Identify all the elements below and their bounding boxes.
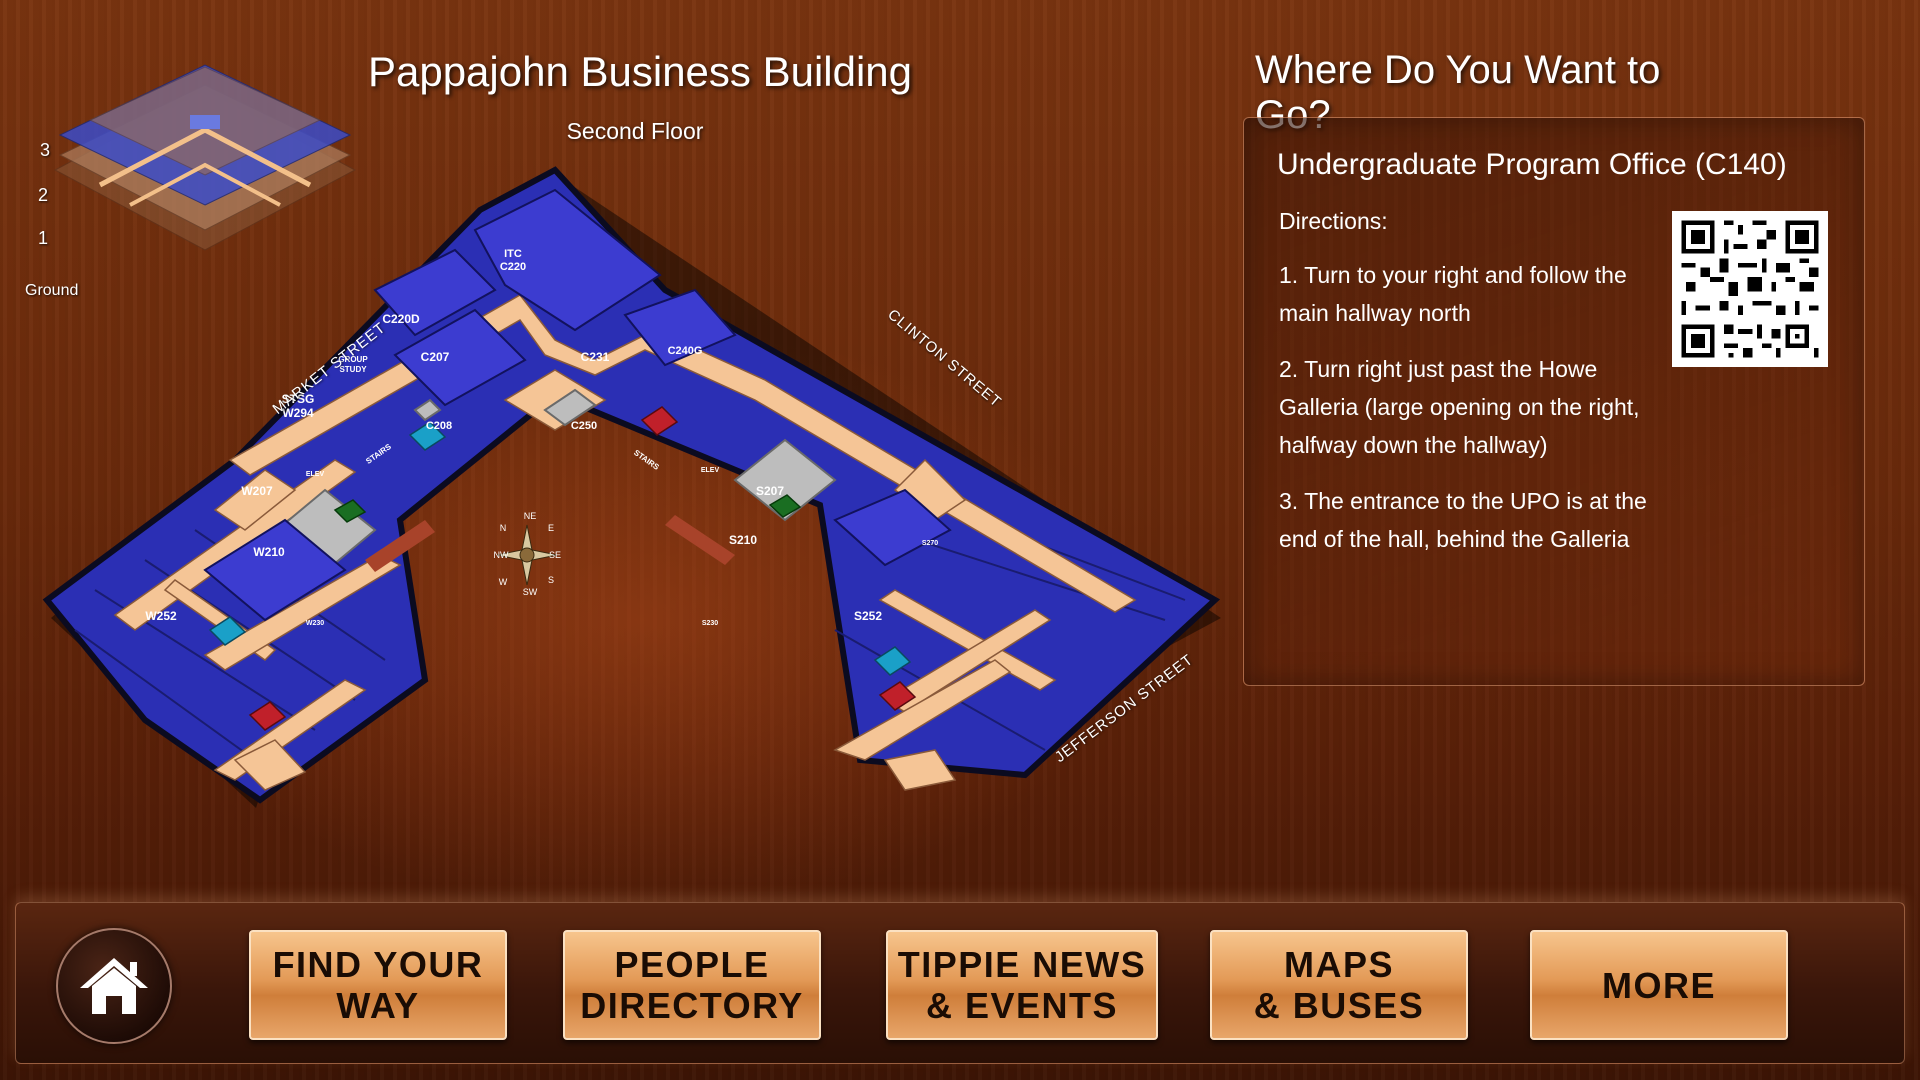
label-c240g: C240G xyxy=(668,345,703,357)
label-w252: W252 xyxy=(145,609,177,623)
tippie-news-events-button[interactable]: TIPPIE NEWS & EVENTS xyxy=(886,930,1158,1040)
directions-steps: 1. Turn to your right and follow the mai… xyxy=(1279,256,1659,576)
label-elev-left: ELEV xyxy=(306,471,325,478)
button-label-line1: FIND YOUR xyxy=(272,944,484,985)
button-label-line2: DIRECTORY xyxy=(580,985,804,1026)
label-c220d: C220D xyxy=(382,312,420,326)
label-s207: S207 xyxy=(756,484,784,498)
compass-rose: NE E SE S SW W NW N xyxy=(494,511,562,597)
svg-text:SW: SW xyxy=(523,587,538,597)
button-label-line1: PEOPLE xyxy=(614,944,770,985)
button-label-line1: MAPS xyxy=(1283,944,1394,985)
label-s270: S270 xyxy=(922,540,938,547)
direction-step: 3. The entrance to the UPO is at the end… xyxy=(1279,488,1647,552)
button-label-line2: & EVENTS xyxy=(925,985,1119,1026)
label-w210: W210 xyxy=(253,545,285,559)
bottom-nav: FIND YOUR WAY PEOPLE DIRECTORY TIPPIE NE… xyxy=(15,902,1905,1064)
floor-plan-svg: ITC C220 C220D C207 GROUP STUDY STSG W29… xyxy=(42,166,1221,808)
house-icon xyxy=(80,958,148,1014)
home-button[interactable] xyxy=(56,928,172,1044)
label-s252: S252 xyxy=(854,609,882,623)
button-label-line2: WAY xyxy=(336,985,420,1026)
label-c231: C231 xyxy=(581,350,610,364)
svg-text:SE: SE xyxy=(549,550,561,560)
floor-label: Second Floor xyxy=(566,118,704,144)
svg-text:N: N xyxy=(500,523,507,533)
office-title: Undergraduate Program Office (C140) xyxy=(1277,148,1787,181)
people-directory-button[interactable]: PEOPLE DIRECTORY xyxy=(563,930,821,1040)
more-button[interactable]: MORE xyxy=(1530,930,1788,1040)
floor-map[interactable]: ITC C220 C220D C207 GROUP STUDY STSG W29… xyxy=(35,160,1235,810)
label-s230: S230 xyxy=(702,620,718,627)
svg-text:W: W xyxy=(499,577,508,587)
maps-buses-button[interactable]: MAPS & BUSES xyxy=(1210,930,1468,1040)
button-label-line2: & BUSES xyxy=(1253,985,1425,1026)
button-label-line1: TIPPIE NEWS xyxy=(897,944,1147,985)
svg-text:NW: NW xyxy=(494,550,509,560)
stairs-right xyxy=(665,515,735,565)
label-w207: W207 xyxy=(241,484,273,498)
mini-floor-3[interactable]: 3 xyxy=(40,140,50,161)
label-s210: S210 xyxy=(729,533,757,547)
label-w230: W230 xyxy=(306,620,324,627)
svg-text:NE: NE xyxy=(524,511,537,521)
label-c250: C250 xyxy=(571,420,597,432)
directions-label: Directions: xyxy=(1279,208,1388,234)
qr-code xyxy=(1672,211,1828,367)
direction-step: 1. Turn to your right and follow the mai… xyxy=(1279,262,1627,326)
label-itc: ITC xyxy=(504,248,522,260)
label-stairs-right: STAIRS xyxy=(632,448,661,472)
label-c208: C208 xyxy=(426,420,452,432)
label-c220: C220 xyxy=(500,261,526,273)
direction-step: 2. Turn right just past the Howe Galleri… xyxy=(1279,356,1640,458)
find-your-way-button[interactable]: FIND YOUR WAY xyxy=(249,930,507,1040)
label-elev-right: ELEV xyxy=(701,467,720,474)
svg-text:S: S xyxy=(548,575,554,585)
label-c207: C207 xyxy=(421,350,450,364)
directions-panel: Undergraduate Program Office (C140) Dire… xyxy=(1243,117,1865,686)
building-title: Pappajohn Business Building xyxy=(367,48,913,95)
button-label-line1: MORE xyxy=(1602,964,1716,1006)
svg-text:E: E xyxy=(548,523,554,533)
